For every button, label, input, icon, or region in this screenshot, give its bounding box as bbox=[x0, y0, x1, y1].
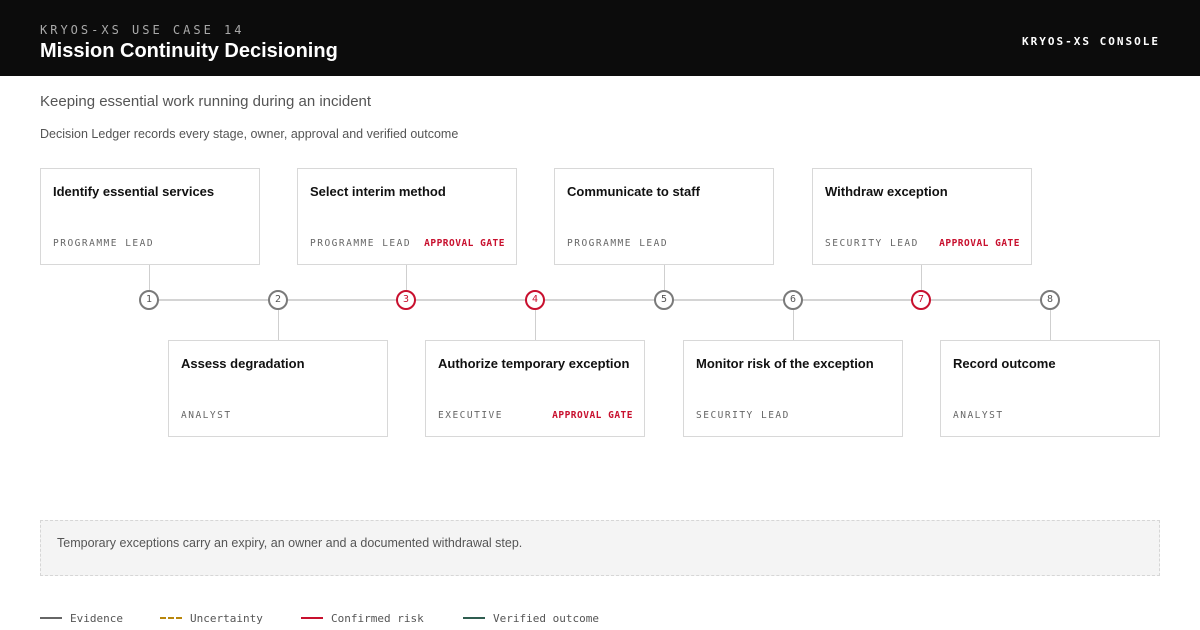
step-title: Communicate to staff bbox=[567, 184, 700, 199]
connector bbox=[921, 264, 922, 290]
legend-swatch bbox=[463, 617, 485, 619]
footer-note-text: Temporary exceptions carry an expiry, an… bbox=[57, 536, 523, 550]
step-card[interactable]: Authorize temporary exception EXECUTIVE … bbox=[425, 340, 645, 437]
step-title: Identify essential services bbox=[53, 184, 215, 199]
step-title: Select interim method bbox=[310, 184, 446, 199]
step-card[interactable]: Withdraw exception SECURITY LEAD APPROVA… bbox=[812, 168, 1032, 265]
step-node: 1 bbox=[139, 290, 159, 310]
connector bbox=[535, 310, 536, 340]
step-title: Monitor risk of the exception bbox=[696, 356, 874, 371]
page-subtitle: Keeping essential work running during an… bbox=[40, 93, 372, 110]
step-node-gate: 3 bbox=[396, 290, 416, 310]
step-card[interactable]: Select interim method PROGRAMME LEAD APP… bbox=[297, 168, 517, 265]
approval-gate-badge: APPROVAL GATE bbox=[939, 238, 1020, 249]
page-title: Mission Continuity Decisioning bbox=[40, 40, 338, 62]
step-title: Authorize temporary exception bbox=[438, 356, 630, 371]
console-label: KRYOS-XS CONSOLE bbox=[1022, 35, 1160, 48]
step-card[interactable]: Identify essential services PROGRAMME LE… bbox=[40, 168, 260, 265]
connector bbox=[406, 264, 407, 290]
legend-item-confirmed-risk: Confirmed risk bbox=[301, 612, 441, 626]
step-owner: SECURITY LEAD bbox=[825, 238, 919, 249]
connector bbox=[793, 310, 794, 340]
connector bbox=[1050, 310, 1051, 340]
step-owner: PROGRAMME LEAD bbox=[310, 238, 412, 249]
step-owner: EXECUTIVE bbox=[438, 410, 503, 421]
step-owner: ANALYST bbox=[181, 410, 232, 421]
step-owner: ANALYST bbox=[953, 410, 1004, 421]
legend-swatch bbox=[301, 617, 323, 619]
step-node-gate: 4 bbox=[525, 290, 545, 310]
step-title: Record outcome bbox=[953, 356, 1056, 371]
use-case-eyebrow: KRYOS-XS USE CASE 14 bbox=[40, 23, 245, 37]
step-card[interactable]: Record outcome ANALYST bbox=[940, 340, 1160, 437]
step-node: 6 bbox=[783, 290, 803, 310]
legend-item-evidence: Evidence bbox=[40, 612, 140, 626]
step-node: 5 bbox=[654, 290, 674, 310]
connector bbox=[664, 264, 665, 290]
step-owner: PROGRAMME LEAD bbox=[53, 238, 155, 249]
step-owner: PROGRAMME LEAD bbox=[567, 238, 669, 249]
legend-label: Evidence bbox=[70, 612, 123, 625]
step-node: 8 bbox=[1040, 290, 1060, 310]
step-card[interactable]: Communicate to staff PROGRAMME LEAD bbox=[554, 168, 774, 265]
step-card[interactable]: Assess degradation ANALYST bbox=[168, 340, 388, 437]
legend-label: Confirmed risk bbox=[331, 612, 424, 625]
step-owner: SECURITY LEAD bbox=[696, 410, 790, 421]
step-card[interactable]: Monitor risk of the exception SECURITY L… bbox=[683, 340, 903, 437]
legend-label: Uncertainty bbox=[190, 612, 263, 625]
step-node-gate: 7 bbox=[911, 290, 931, 310]
connector bbox=[278, 310, 279, 340]
legend-swatch bbox=[40, 617, 62, 619]
step-node: 2 bbox=[268, 290, 288, 310]
connector bbox=[149, 264, 150, 290]
approval-gate-badge: APPROVAL GATE bbox=[424, 238, 505, 249]
legend-label: Verified outcome bbox=[493, 612, 599, 625]
ledger-note: Decision Ledger records every stage, own… bbox=[40, 127, 459, 141]
legend-item-uncertainty: Uncertainty bbox=[160, 612, 280, 626]
step-title: Withdraw exception bbox=[825, 184, 948, 199]
approval-gate-badge: APPROVAL GATE bbox=[552, 410, 633, 421]
step-title: Assess degradation bbox=[181, 356, 305, 371]
header-bar: KRYOS-XS USE CASE 14 Mission Continuity … bbox=[0, 0, 1200, 76]
legend-swatch bbox=[160, 617, 182, 619]
legend-item-verified-outcome: Verified outcome bbox=[463, 612, 613, 626]
footer-note-panel: Temporary exceptions carry an expiry, an… bbox=[40, 520, 1160, 576]
